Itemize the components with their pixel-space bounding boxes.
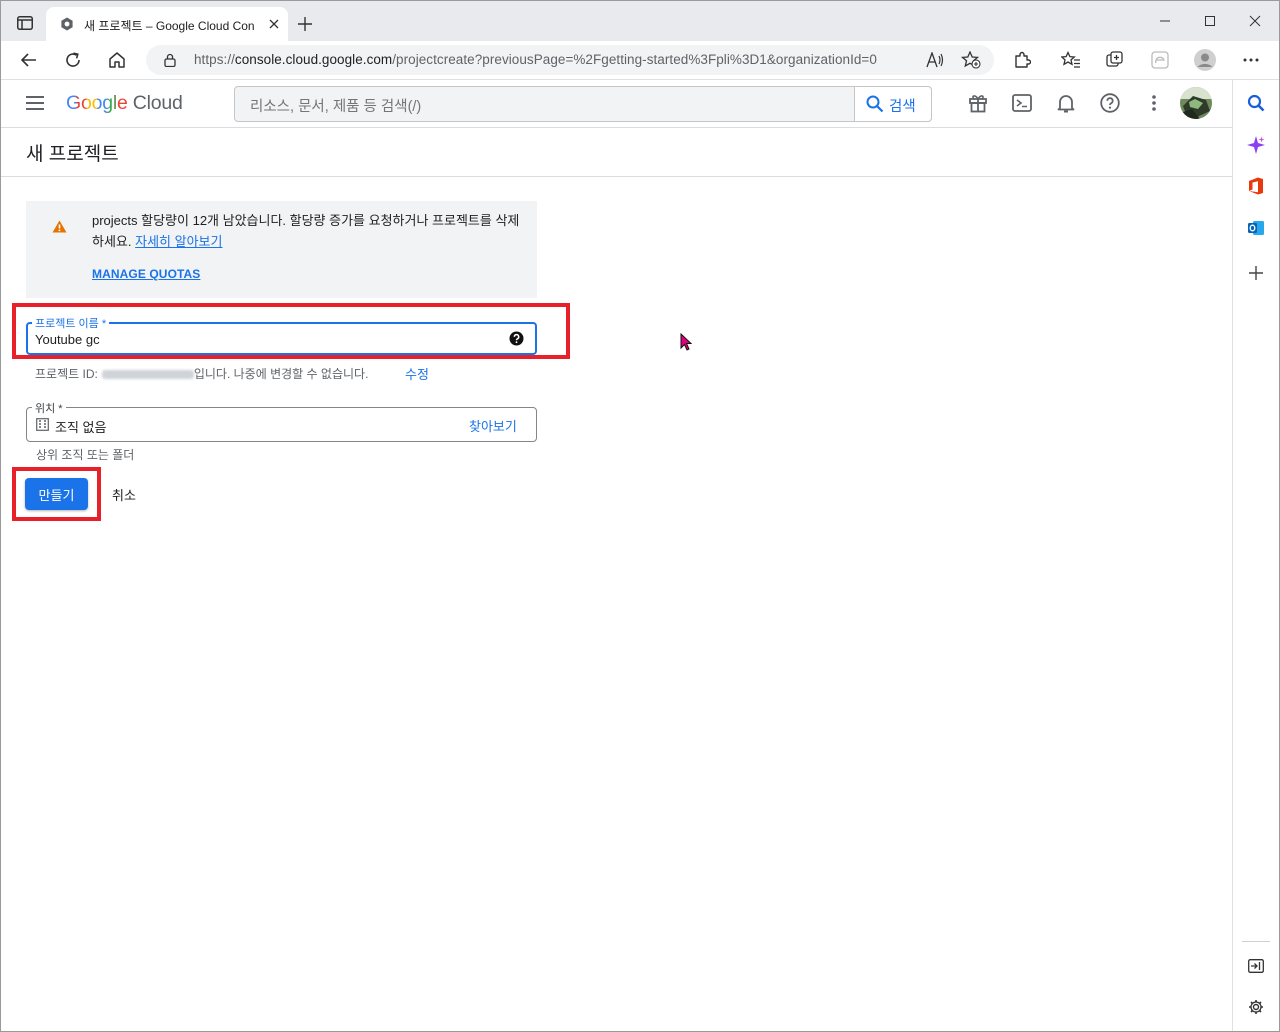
tab-close-icon[interactable] (269, 19, 279, 29)
manage-quotas-link[interactable]: MANAGE QUOTAS (92, 267, 200, 281)
cloud-shell-icon[interactable] (1012, 94, 1032, 112)
settings-icon[interactable] (1248, 999, 1264, 1015)
close-icon[interactable] (1246, 12, 1264, 30)
read-aloud-icon[interactable] (926, 52, 944, 68)
google-cloud-logo[interactable]: Google Cloud (66, 92, 183, 115)
search-placeholder: 리소스, 문서, 제품 등 검색(/) (250, 99, 422, 115)
sidebar-toggle-icon[interactable] (17, 16, 33, 30)
browse-button[interactable]: 찾아보기 (469, 416, 517, 435)
location-hint: 상위 조직 또는 폴더 (36, 448, 135, 462)
help-circle-icon[interactable] (509, 331, 524, 346)
location-value: 조직 없음 (55, 420, 107, 435)
cancel-button[interactable]: 취소 (112, 485, 136, 504)
copilot-icon[interactable] (1247, 136, 1265, 154)
profile-icon[interactable] (1194, 49, 1216, 71)
search-icon (866, 95, 884, 113)
edit-project-id-link[interactable]: 수정 (405, 364, 429, 383)
tab-title: 새 프로젝트 – Google Cloud Con (84, 19, 255, 33)
office-icon[interactable] (1247, 177, 1265, 195)
outlook-icon[interactable] (1247, 219, 1265, 237)
location-label: 위치 * (32, 400, 66, 416)
project-name-label: 프로젝트 이름 * (32, 315, 110, 331)
create-button[interactable]: 만들기 (25, 478, 88, 510)
url-text[interactable]: https://console.cloud.google.com/project… (194, 52, 877, 67)
maximize-icon[interactable] (1201, 12, 1219, 30)
collections-icon[interactable] (1106, 51, 1124, 69)
more-vert-icon[interactable] (1152, 95, 1156, 111)
notifications-icon[interactable] (1057, 93, 1075, 113)
more-icon[interactable] (1243, 58, 1259, 62)
page-title: 새 프로젝트 (26, 144, 119, 165)
project-id-suffix: 입니다. 나중에 변경할 수 없습니다. (193, 367, 369, 381)
user-avatar[interactable] (1180, 87, 1212, 119)
logo-cloud: Cloud (132, 92, 183, 114)
extensions-icon[interactable] (1013, 51, 1031, 69)
warning-icon (52, 220, 67, 233)
project-id-line: 프로젝트 ID: 입니다. 나중에 변경할 수 없습니다. (35, 365, 368, 382)
browser-essentials-icon[interactable] (1151, 51, 1169, 69)
menu-icon[interactable] (26, 96, 44, 110)
window-frame (0, 0, 1280, 1032)
favorites-icon[interactable] (1061, 51, 1081, 69)
logo-google: Google (66, 92, 128, 114)
refresh-icon[interactable] (64, 51, 82, 69)
gift-icon[interactable] (968, 93, 988, 113)
hide-sidebar-icon[interactable] (1248, 959, 1264, 973)
project-name-value[interactable]: Youtube gc (35, 332, 100, 347)
back-icon[interactable] (20, 51, 38, 69)
mouse-cursor-icon (680, 333, 692, 351)
home-icon[interactable] (108, 51, 126, 69)
project-id-redacted (101, 370, 194, 380)
add-favorite-icon[interactable] (961, 51, 981, 69)
warning-message: projects 할당량이 12개 남았습니다. 할당량 증가를 요청하거나 프… (92, 210, 524, 252)
project-id-prefix: 프로젝트 ID: (35, 367, 98, 381)
add-sidebar-icon[interactable] (1249, 266, 1263, 280)
gcp-tab-icon (60, 17, 74, 31)
minimize-icon[interactable] (1156, 12, 1174, 30)
lock-icon[interactable] (164, 53, 176, 67)
edge-sidebar-divider (1242, 941, 1270, 942)
title-divider (0, 176, 1232, 177)
help-icon[interactable] (1100, 93, 1120, 113)
building-icon (36, 418, 49, 431)
search-button-label: 검색 (889, 99, 916, 115)
learn-more-link[interactable]: 자세히 알아보기 (135, 234, 222, 249)
new-tab-icon[interactable] (298, 17, 312, 31)
edge-search-icon[interactable] (1247, 94, 1265, 112)
